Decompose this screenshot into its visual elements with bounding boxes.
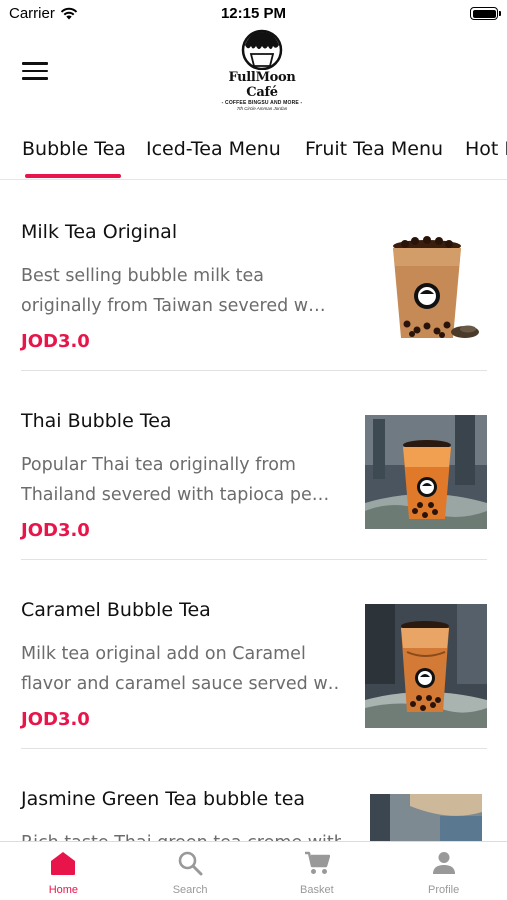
- logo-address: 7th Circle Amman Jordan: [236, 106, 288, 111]
- item-description: Popular Thai tea originally from Thailan…: [21, 455, 330, 505]
- nav-home[interactable]: Home: [0, 842, 127, 900]
- item-name: Caramel Bubble Tea: [21, 599, 211, 621]
- category-tabs: ‹ Bubble Tea Iced-Tea Menu Fruit Tea Men…: [0, 128, 507, 180]
- profile-icon: [432, 852, 455, 874]
- hamburger-icon: [22, 62, 48, 65]
- moon-cup-logo-icon: [241, 29, 283, 70]
- item-name: Jasmine Green Tea bubble tea: [21, 788, 306, 810]
- status-time: 12:15 PM: [220, 5, 287, 22]
- item-price: JOD3.0: [21, 709, 90, 730]
- nav-basket[interactable]: Basket: [254, 842, 381, 900]
- list-item[interactable]: Caramel Bubble Tea Milk tea original add…: [0, 559, 507, 749]
- search-icon: [178, 851, 203, 876]
- nav-basket-label: Basket: [300, 884, 334, 896]
- item-name: Thai Bubble Tea: [21, 410, 172, 432]
- list-item[interactable]: Milk Tea Original Best selling bubble mi…: [0, 181, 507, 371]
- nav-search[interactable]: Search: [127, 842, 254, 900]
- item-description: Milk tea original add on Caramel flavor …: [21, 644, 341, 694]
- caramel-bubble-tea-photo: [365, 604, 487, 728]
- logo-name: FullMoon Café: [228, 70, 296, 100]
- home-icon: [51, 852, 76, 875]
- brand-logo: FullMoon Café - COFFEE BINGSU AND MORE -…: [214, 28, 310, 111]
- tab-iced-tea-menu[interactable]: Iced-Tea Menu: [146, 138, 281, 160]
- thai-bubble-tea-photo: [365, 415, 487, 529]
- cart-icon: [304, 851, 330, 874]
- battery-icon: [470, 7, 501, 20]
- jasmine-green-tea-photo: [370, 794, 482, 841]
- product-list: Milk Tea Original Best selling bubble mi…: [0, 181, 507, 841]
- status-bar: Carrier 12:15 PM: [0, 0, 507, 28]
- item-description: Rich taste Thai green tea creme with: [21, 828, 341, 841]
- active-tab-indicator: [25, 174, 121, 178]
- list-item[interactable]: Thai Bubble Tea Popular Thai tea origina…: [0, 370, 507, 560]
- tab-fruit-tea-menu[interactable]: Fruit Tea Menu: [305, 138, 443, 160]
- tab-hot-drinks[interactable]: Hot Dr: [465, 138, 507, 160]
- nav-home-label: Home: [48, 884, 79, 896]
- item-price: JOD3.0: [21, 331, 90, 352]
- nav-search-label: Search: [172, 884, 208, 896]
- menu-button[interactable]: [18, 56, 52, 86]
- nav-profile[interactable]: Profile: [380, 842, 507, 900]
- list-item[interactable]: Jasmine Green Tea bubble tea Rich taste …: [0, 748, 507, 841]
- item-description: Best selling bubble milk tea originally …: [21, 266, 326, 316]
- nav-profile-label: Profile: [428, 884, 460, 896]
- item-price: JOD3.0: [21, 520, 90, 541]
- item-name: Milk Tea Original: [21, 221, 178, 243]
- tab-bubble-tea[interactable]: Bubble Tea: [22, 138, 126, 160]
- tab-previous-edge[interactable]: ‹: [0, 138, 2, 160]
- milk-tea-original-photo: [365, 226, 487, 348]
- bottom-tab-bar: Home Search Basket Profile: [0, 841, 507, 900]
- app-header: FullMoon Café - COFFEE BINGSU AND MORE -…: [0, 28, 507, 116]
